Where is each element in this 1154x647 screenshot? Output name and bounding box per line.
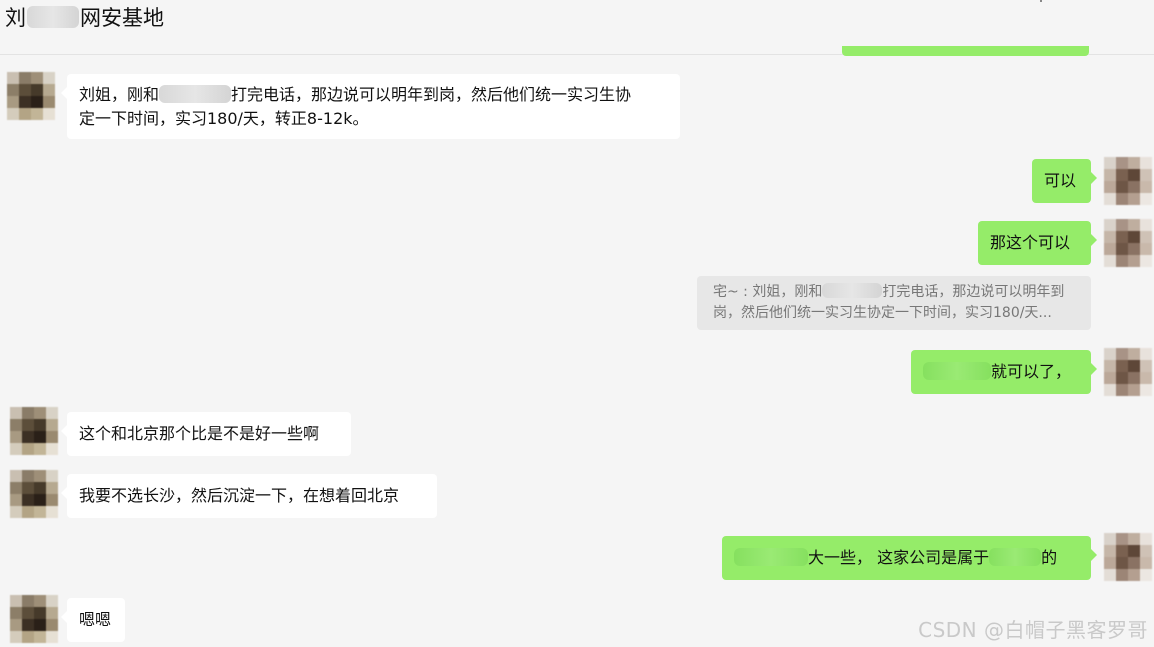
message-bubble[interactable]: 就可以了， [911,350,1097,394]
redacted-text [923,362,991,380]
message-text: 可以 [1044,171,1077,190]
self-avatar[interactable] [1104,348,1152,396]
contact-avatar[interactable] [7,72,55,120]
message-bubble[interactable]: 刘姐，刚和 打完电话，那边说可以明年到岗，然后他们统一实习生协 定一下时间，实习1… [61,74,680,139]
redacted-text [822,283,883,298]
message-bubble[interactable]: 大一些， 这家公司是属于 的 [722,536,1097,580]
redacted-text [159,85,232,103]
quote-text: 打完电话，那边说可以明年到 [882,284,1065,300]
redacted-text [989,548,1042,566]
previous-message-bubble-edge [842,46,1089,56]
watermark: CSDN @白帽子黑客罗哥 [918,618,1148,642]
window-control-mark [1040,0,1042,2]
self-avatar[interactable] [1104,157,1152,205]
message-text: 的 [1041,548,1058,567]
message-bubble[interactable]: 嗯嗯 [61,598,125,642]
message-text: 大一些， 这家公司是属于 [808,548,990,567]
contact-avatar[interactable] [10,595,58,643]
quote-text: 岗，然后他们统一实习生协定一下时间，实习180/天... [713,305,1052,321]
message-text: 我要不选长沙，然后沉淀一下，在想着回北京 [79,486,400,505]
contact-avatar[interactable] [10,470,58,518]
redacted-name [27,6,79,28]
redacted-text [734,548,808,566]
message-text: 那这个可以 [990,233,1071,252]
message-text: 打完电话，那边说可以明年到岗，然后他们统一实习生协 [231,85,632,104]
self-avatar[interactable] [1104,219,1152,267]
chat-title-suffix: 网安基地 [80,6,164,30]
message-bubble[interactable]: 那这个可以 [978,221,1097,265]
message-bubble[interactable]: 可以 [1032,159,1097,203]
message-text: 定一下时间，实习180/天，转正8-12k。 [79,109,369,128]
self-avatar[interactable] [1104,533,1152,581]
contact-avatar[interactable] [10,407,58,455]
message-text: 刘姐，刚和 [79,85,160,104]
message-text: 就可以了， [991,362,1072,381]
message-text: 嗯嗯 [79,610,112,629]
quote-text: 宅~ : 刘姐，刚和 [713,284,823,300]
chat-title: 刘 网安基地 [5,3,164,33]
chat-title-prefix: 刘 [5,6,26,30]
message-bubble[interactable]: 这个和北京那个比是不是好一些啊 [61,412,351,456]
message-bubble[interactable]: 我要不选长沙，然后沉淀一下，在想着回北京 [61,474,437,518]
quoted-message[interactable]: 宅~ : 刘姐，刚和 打完电话，那边说可以明年到 岗，然后他们统一实习生协定一下时… [697,276,1091,330]
message-text: 这个和北京那个比是不是好一些啊 [79,424,320,443]
